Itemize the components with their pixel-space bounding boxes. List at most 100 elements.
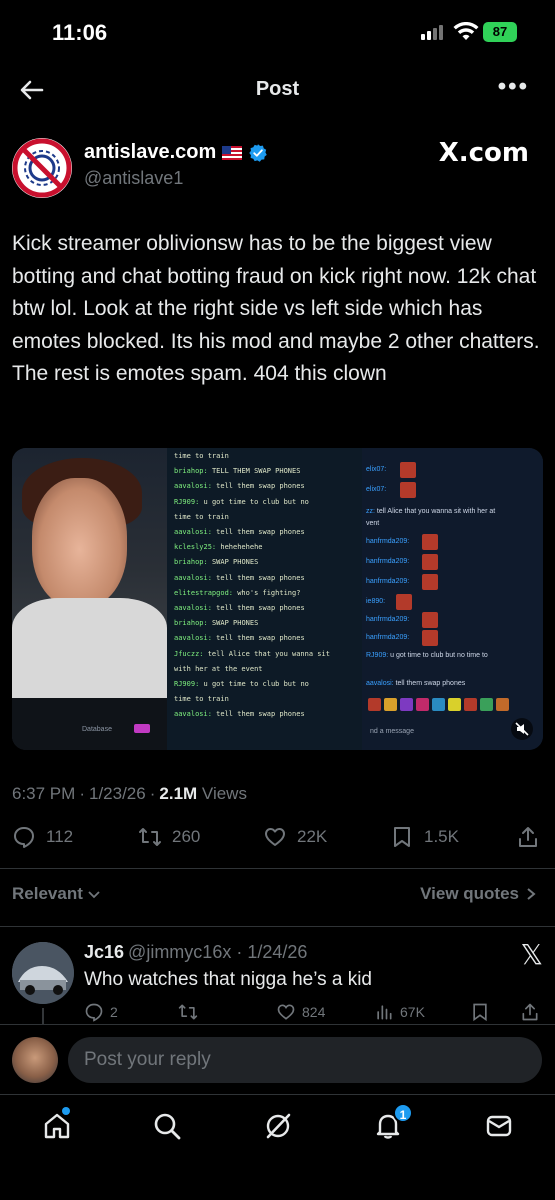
reply-reply-count: 2: [110, 1004, 118, 1020]
bottom-tab-bar: 1: [0, 1094, 555, 1200]
sort-replies-dropdown[interactable]: Relevant: [12, 884, 101, 904]
reply-author-name[interactable]: Jc16: [84, 942, 124, 962]
verified-badge-icon: [249, 143, 268, 162]
chat-left-line: RJ909: u got time to club but no: [174, 498, 309, 506]
battery-level: 87: [492, 24, 508, 39]
tab-notifications[interactable]: 1: [373, 1103, 413, 1143]
home-notification-dot: [62, 1107, 70, 1115]
reply-views-button[interactable]: 67K: [374, 1002, 425, 1022]
post-date: 1/23/26: [88, 784, 146, 803]
chat-username: elix07:: [366, 466, 387, 473]
reply-reply-button[interactable]: 2: [84, 1002, 118, 1022]
chat-emote-icon: [400, 698, 413, 711]
share-icon: [522, 1003, 538, 1021]
bookmark-icon: [473, 1003, 487, 1022]
bookmark-count: 1.5K: [424, 827, 459, 846]
chat-right-line: ie890:: [366, 598, 385, 605]
chat-right-line: hanfrmda209:: [366, 578, 409, 585]
mute-icon[interactable]: [511, 718, 533, 740]
home-icon: [44, 1113, 70, 1139]
tab-messages[interactable]: [484, 1111, 516, 1143]
chat-right-line: hanfrmda209:: [366, 616, 409, 623]
chat-message: u got time to club but no: [203, 497, 309, 506]
notifications-badge: 1: [393, 1103, 413, 1123]
chat-message: tell them swap phones: [216, 604, 305, 612]
chat-right-line: elix07:: [366, 486, 386, 493]
sort-label: Relevant: [12, 884, 83, 903]
view-quotes-link[interactable]: View quotes: [420, 884, 537, 904]
tab-home[interactable]: [42, 1107, 74, 1143]
chat-username: aavalosi:: [174, 528, 217, 536]
top-navigation: Post •••: [0, 64, 555, 116]
chat-message: tell them swap phones: [395, 680, 466, 687]
author-name[interactable]: antislave.com: [84, 141, 268, 164]
desk-label: Database: [82, 726, 112, 733]
chat-message: vent: [366, 520, 380, 527]
author-name-text: antislave.com: [84, 141, 217, 163]
author-handle[interactable]: @antislave1: [84, 168, 183, 189]
reply-avatar[interactable]: [12, 942, 74, 1004]
chat-emote-icon: [480, 698, 493, 711]
chat-left-line: aavalosi: tell them swap phones: [174, 604, 305, 612]
bookmark-icon: [394, 827, 410, 847]
chat-right-line: RJ909: u got time to club but no time to: [366, 652, 488, 659]
analytics-icon: [377, 1005, 392, 1020]
reply-author-handle[interactable]: @jimmyc16x: [128, 942, 231, 962]
chat-username: RJ909:: [174, 497, 204, 506]
post-time: 6:37 PM: [12, 784, 76, 803]
chat-emote-icon: [400, 482, 417, 498]
chat-emote-icon: [421, 630, 438, 646]
chat-emote-icon: [421, 612, 438, 628]
chat-username: aavalosi:: [174, 604, 217, 612]
chat-username: aavalosi:: [174, 573, 217, 582]
no-slavery-logo-icon: [12, 138, 72, 198]
post-media-video[interactable]: Database time to train briahop: TELL THEM…: [12, 448, 543, 750]
reply-input[interactable]: [68, 1037, 542, 1083]
tab-grok[interactable]: [263, 1111, 295, 1143]
reply-text: Who watches that nigga he’s a kid: [84, 969, 372, 990]
chat-right-line: vent: [366, 520, 379, 527]
chat-emote-icon: [400, 462, 417, 478]
more-options-icon[interactable]: •••: [498, 75, 529, 99]
reply-repost-button[interactable]: [178, 1002, 198, 1022]
current-user-avatar[interactable]: [12, 1037, 58, 1083]
reply-views-count: 67K: [400, 1004, 425, 1020]
chat-username: aavalosi:: [174, 482, 217, 491]
chat-username: RJ909:: [174, 680, 204, 688]
chat-message: tell them swap phones: [216, 573, 305, 582]
chat-username: briahop:: [174, 619, 212, 628]
chat-message: tell them swap phones: [216, 482, 305, 491]
like-button[interactable]: 22K: [263, 825, 327, 849]
reply-icon: [85, 1003, 103, 1022]
reply-item[interactable]: Jc16 @jimmyc16x · 1/24/26 𝕏 Who watches t…: [0, 930, 555, 1030]
reply-share-button[interactable]: [520, 1002, 540, 1022]
chat-message: tell them swap phones: [216, 528, 305, 536]
repost-button[interactable]: 260: [138, 825, 200, 849]
bookmark-button[interactable]: 1.5K: [390, 825, 459, 849]
chat-emote-icon: [496, 698, 509, 711]
chat-username: briahop:: [174, 558, 212, 567]
chat-message-input: nd a message: [370, 728, 414, 735]
tab-search[interactable]: [152, 1111, 184, 1143]
views-count: 2.1M: [159, 784, 198, 803]
share-button[interactable]: [516, 825, 540, 849]
chat-left-line: briahop: TELL THEM SWAP PHONES: [174, 467, 300, 475]
webcam-face: [32, 478, 127, 608]
chat-username: hanfrmda209:: [366, 616, 410, 623]
affiliate-badge[interactable]: X.com: [439, 138, 529, 168]
chat-username: aavalosi:: [174, 710, 217, 719]
chat-message: tell Alice that you wanna sit with her a…: [376, 508, 496, 515]
chat-left-line: time to train: [174, 695, 229, 703]
chat-emote-icon: [421, 574, 438, 590]
author-avatar[interactable]: [12, 138, 72, 198]
chat-left-line: aavalosi: tell them swap phones: [174, 482, 305, 490]
reply-bookmark-button[interactable]: [470, 1002, 490, 1022]
chat-message: u got time to club but no: [203, 680, 309, 688]
reply-button[interactable]: 112: [12, 825, 73, 849]
share-icon: [519, 827, 537, 847]
status-time: 11:06: [52, 20, 108, 45]
post-actions: 112 260 22K 1.5K: [0, 825, 555, 859]
car-photo-icon: [12, 942, 74, 1004]
reply-like-count: 824: [302, 1004, 326, 1020]
reply-like-button[interactable]: 824: [276, 1002, 325, 1022]
